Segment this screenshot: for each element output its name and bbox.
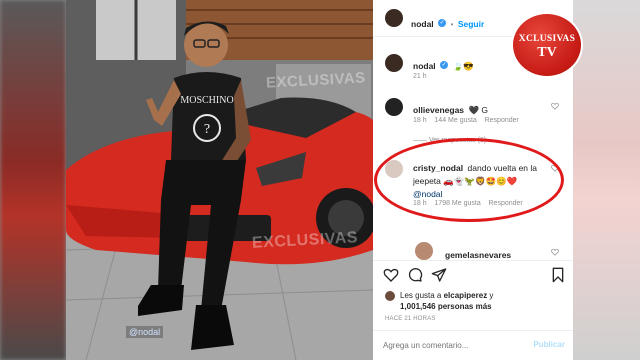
reply-button[interactable]: Responder: [485, 117, 519, 124]
comment-username[interactable]: ollievenegas: [413, 105, 464, 115]
likes-conj: y: [489, 291, 494, 300]
likes-count[interactable]: 1,001,546 personas más: [400, 302, 492, 311]
comment-avatar[interactable]: [415, 242, 433, 260]
follow-button[interactable]: Seguir: [458, 19, 484, 29]
post-timestamp: HACE 21 HORAS: [385, 316, 436, 322]
verified-icon: ✓: [438, 18, 447, 27]
svg-text:?: ?: [204, 122, 210, 137]
caption-line: nodal ✓ 🍃😎: [413, 56, 474, 74]
caption-username[interactable]: nodal: [413, 61, 436, 71]
comment-text-line2: jeepeta 🚗👻🦖🦁🤩😊❤️: [413, 176, 518, 186]
caption-verified-icon: ✓: [440, 60, 449, 69]
header-dot: •: [450, 20, 454, 29]
blurred-background-left: [0, 0, 66, 360]
comment-meta: 18 h 1798 Me gusta Responder: [413, 200, 523, 207]
comment-likes[interactable]: 144 Me gusta: [434, 117, 476, 124]
like-comment-heart-icon[interactable]: [551, 248, 559, 256]
likes-prefix: Les gusta a: [400, 291, 442, 300]
like-comment-heart-icon[interactable]: [551, 102, 559, 110]
caption-text: 🍃😎: [452, 61, 474, 71]
comment-input[interactable]: [383, 338, 523, 352]
comment-line: gemelasnevares: [445, 245, 511, 260]
comment-time: 18 h: [413, 117, 427, 124]
photo-illustration: MOSCHINO ?: [66, 0, 373, 360]
actions-divider: [373, 260, 573, 261]
comment-avatar[interactable]: [385, 160, 403, 178]
comment-box-divider: [373, 330, 573, 331]
reply-button[interactable]: Responder: [489, 200, 523, 207]
comment-username[interactable]: gemelasnevares: [445, 250, 511, 260]
comment-text: 🖤 G: [468, 105, 489, 115]
publish-button[interactable]: Publicar: [533, 340, 565, 349]
svg-text:MOSCHINO: MOSCHINO: [180, 95, 233, 106]
view-replies-link[interactable]: —— Ver respuestas (3): [413, 137, 486, 144]
comment-cristy-nodal: cristy_nodal dando vuelta en la jeepeta …: [373, 158, 573, 216]
comment-line: ollievenegas 🖤 G: [413, 100, 488, 118]
share-icon[interactable]: [431, 267, 447, 283]
comment-ollievenegas: ollievenegas 🖤 G 18 h 144 Me gusta Respo…: [373, 96, 573, 146]
author-username[interactable]: nodal: [411, 19, 434, 29]
like-heart-icon[interactable]: [383, 267, 399, 283]
blurred-background-right: [573, 0, 640, 360]
comment-gemelasnevares: gemelasnevares: [373, 240, 573, 260]
save-bookmark-icon[interactable]: [551, 267, 565, 283]
comment-time: 18 h: [413, 200, 427, 207]
comment-text-line1: dando vuelta en la: [467, 163, 538, 173]
comment-body: cristy_nodal dando vuelta en la jeepeta …: [413, 161, 561, 200]
comment-avatar[interactable]: [385, 98, 403, 116]
comment-likes[interactable]: 1798 Me gusta: [434, 200, 480, 207]
author-avatar[interactable]: [385, 9, 403, 27]
comment-meta: 18 h 144 Me gusta Responder: [413, 117, 519, 124]
comment-mention[interactable]: @nodal: [413, 189, 442, 199]
likes-first-user[interactable]: elcapiperez: [444, 291, 488, 300]
post-photo: MOSCHINO ? EXCLUSIVAS EXCLUSIVAS @nodal: [66, 0, 373, 360]
likes-text: Les gusta a elcapiperez y 1,001,546 pers…: [400, 290, 493, 312]
photo-user-tag[interactable]: @nodal: [126, 326, 164, 338]
comment-icon[interactable]: [407, 267, 423, 283]
header-text: nodal ✓ • Seguir: [411, 14, 484, 32]
caption-time: 21 h: [413, 73, 427, 80]
action-bar: [373, 264, 573, 286]
comment-box: Publicar: [373, 334, 573, 356]
caption-avatar[interactable]: [385, 54, 403, 72]
view-replies-line: ——: [413, 137, 427, 144]
xclusivas-tv-logo: XCLUSIVAS TV: [513, 14, 581, 76]
likes-summary: Les gusta a elcapiperez y 1,001,546 pers…: [373, 288, 573, 312]
comment-username[interactable]: cristy_nodal: [413, 163, 463, 173]
like-comment-heart-icon[interactable]: [551, 164, 559, 172]
liker-avatar[interactable]: [385, 291, 395, 301]
logo-line2: TV: [537, 45, 557, 60]
view-replies-label: Ver respuestas (3): [428, 137, 487, 144]
logo-line1: XCLUSIVAS: [518, 34, 576, 44]
